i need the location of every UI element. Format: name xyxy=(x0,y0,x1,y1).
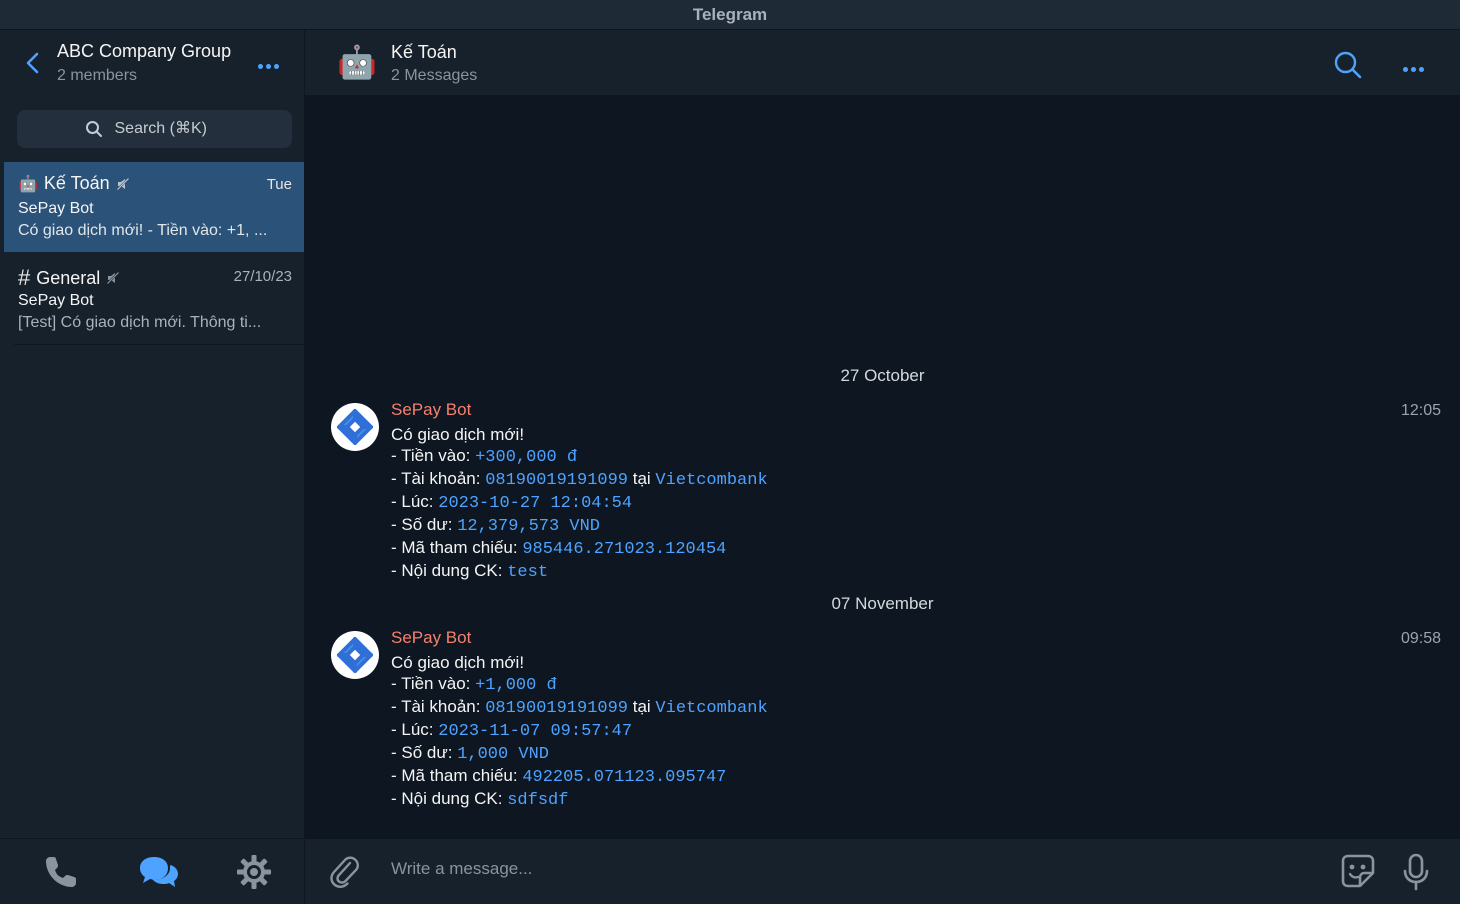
chat-item-general[interactable]: # General 27/10/23 SePay Bot [Test] Có g… xyxy=(4,254,304,344)
chat-item-date: 27/10/23 xyxy=(233,268,292,285)
balance-value: 12,379,573 VND xyxy=(457,517,601,536)
date-separator: 07 November xyxy=(831,594,934,613)
label-amount: - Tiền vào: xyxy=(391,674,476,693)
message-heading: Có giao dịch mới! xyxy=(391,653,525,672)
sidebar: ABC Company Group 2 members 🤖 Kế Toán Tu… xyxy=(0,30,305,838)
chat-panel: 🤖 Kế Toán 2 Messages 27 October SePay Bo… xyxy=(305,30,1460,838)
label-at: tại xyxy=(628,469,656,488)
message-time: 12:05 xyxy=(1400,402,1441,419)
content-value: sdfsdf xyxy=(507,791,569,810)
label-time: - Lúc: xyxy=(391,492,439,511)
chat-item-date: Tue xyxy=(266,176,292,193)
chat-item-ke-toan[interactable]: 🤖 Kế Toán Tue SePay Bot Có giao dịch mới… xyxy=(4,162,304,252)
window-title: Telegram xyxy=(692,4,768,24)
bottom-divider xyxy=(304,839,305,904)
group-member-count: 2 members xyxy=(57,67,138,84)
label-time: - Lúc: xyxy=(391,720,439,739)
label-reference: - Mã tham chiếu: xyxy=(391,538,523,557)
chat-item-name: General xyxy=(36,267,101,288)
label-balance: - Số dư: xyxy=(391,743,458,762)
settings-gear-icon[interactable] xyxy=(235,853,273,891)
search-input[interactable] xyxy=(114,120,225,138)
account-value: 08190019191099 xyxy=(485,471,629,490)
label-at: tại xyxy=(628,697,656,716)
message-sender[interactable]: SePay Bot xyxy=(391,400,471,420)
reference-value: 985446.271023.120454 xyxy=(522,540,727,559)
timestamp-value: 2023-11-07 09:57:47 xyxy=(438,722,633,741)
label-content: - Nội dung CK: xyxy=(391,561,508,580)
chat-item-preview: [Test] Có giao dịch mới. Thông ti... xyxy=(18,314,262,331)
chat-header: 🤖 Kế Toán 2 Messages xyxy=(305,30,1460,96)
window-titlebar: Telegram xyxy=(0,0,1460,30)
muted-icon xyxy=(106,271,121,285)
sidebar-header: ABC Company Group 2 members xyxy=(0,30,304,96)
phone-icon[interactable] xyxy=(42,853,80,891)
more-options-icon[interactable] xyxy=(258,56,286,69)
chat-avatar[interactable]: 🤖 xyxy=(337,44,377,80)
more-options-icon[interactable] xyxy=(1403,59,1431,72)
amount-value: +1,000 đ xyxy=(475,676,557,695)
bank-value: Vietcombank xyxy=(655,471,768,490)
message-body: Có giao dịch mới! - Tiền vào: +300,000 đ… xyxy=(391,424,768,583)
label-amount: - Tiền vào: xyxy=(391,446,476,465)
message-time: 09:58 xyxy=(1400,630,1441,647)
sepay-logo-icon[interactable] xyxy=(331,631,379,679)
message-sender[interactable]: SePay Bot xyxy=(391,628,471,648)
bottom-bar xyxy=(0,838,1460,904)
chat-item-preview: Có giao dịch mới! - Tiền vào: +1, ... xyxy=(18,222,268,239)
back-arrow-icon[interactable] xyxy=(22,50,44,76)
reference-value: 492205.071123.095747 xyxy=(522,768,727,787)
bank-value: Vietcombank xyxy=(655,699,768,718)
chat-list-divider xyxy=(14,344,304,345)
label-reference: - Mã tham chiếu: xyxy=(391,766,523,785)
label-content: - Nội dung CK: xyxy=(391,789,508,808)
message-heading: Có giao dịch mới! xyxy=(391,425,525,444)
chat-item-sender: SePay Bot xyxy=(18,292,94,309)
timestamp-value: 2023-10-27 12:04:54 xyxy=(438,494,633,513)
chat-title[interactable]: Kế Toán xyxy=(391,42,457,63)
account-value: 08190019191099 xyxy=(485,699,629,718)
search-icon[interactable] xyxy=(1333,50,1363,80)
hashtag-icon: # xyxy=(18,265,31,290)
muted-icon xyxy=(115,176,130,191)
search-icon xyxy=(85,121,102,137)
chat-item-sender: SePay Bot xyxy=(18,200,94,217)
microphone-icon[interactable] xyxy=(1402,853,1430,891)
date-separator: 27 October xyxy=(840,366,925,385)
chats-icon[interactable] xyxy=(138,853,180,891)
message-body: Có giao dịch mới! - Tiền vào: +1,000 đ -… xyxy=(391,652,768,811)
content-value: test xyxy=(507,563,549,582)
chat-message-count: 2 Messages xyxy=(391,67,478,84)
amount-value: +300,000 đ xyxy=(475,448,578,467)
group-title: ABC Company Group xyxy=(57,41,232,61)
search-box[interactable] xyxy=(17,110,292,148)
chat-item-name: Kế Toán xyxy=(43,173,110,193)
label-account: - Tài khoản: xyxy=(391,697,486,716)
robot-icon: 🤖 xyxy=(18,175,38,193)
paperclip-icon[interactable] xyxy=(328,853,360,889)
message-input[interactable] xyxy=(391,859,1291,879)
sepay-logo-icon[interactable] xyxy=(331,403,379,451)
balance-value: 1,000 VND xyxy=(457,745,550,764)
label-account: - Tài khoản: xyxy=(391,469,486,488)
label-balance: - Số dư: xyxy=(391,515,458,534)
sticker-icon[interactable] xyxy=(1340,853,1376,889)
